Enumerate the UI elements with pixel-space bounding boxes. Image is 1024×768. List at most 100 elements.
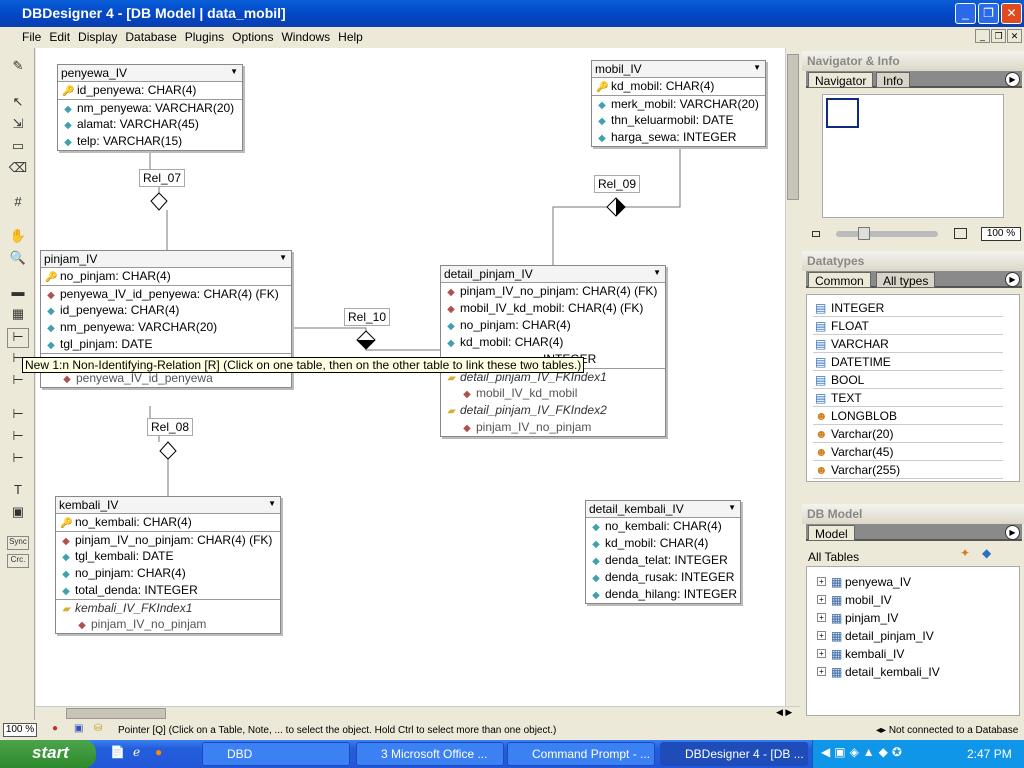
column-row[interactable]: ◆ total_denda: INTEGER — [56, 582, 280, 599]
column-row[interactable]: 🔑 no_kembali: CHAR(4) — [56, 514, 280, 531]
zoom-tool-icon[interactable]: 🔍 — [7, 250, 29, 270]
design-mode-icon[interactable]: ✎ — [7, 58, 29, 78]
column-row[interactable]: ◆ no_pinjam: CHAR(4) — [441, 317, 665, 334]
menu-options[interactable]: Options — [232, 30, 273, 44]
mdi-restore-button[interactable]: ❐ — [991, 29, 1006, 43]
column-row[interactable]: ◆ tgl_pinjam: DATE — [41, 336, 291, 353]
zoom-slider[interactable] — [836, 227, 938, 240]
panel-menu-icon[interactable]: ▶ — [1005, 72, 1020, 87]
expand-icon[interactable]: + — [817, 595, 826, 604]
menu-display[interactable]: Display — [78, 30, 117, 44]
column-row[interactable]: ◆ pinjam_IV_no_pinjam: CHAR(4) (FK) — [56, 531, 280, 548]
task-dbdesigner[interactable]: DBDesigner 4 - [DB ... — [660, 742, 808, 766]
note-tool-icon[interactable]: T — [7, 482, 29, 502]
quicklaunch-icon[interactable]: 📄 — [110, 745, 125, 759]
task-cmd[interactable]: Command Prompt - ... — [507, 742, 655, 766]
menu-windows[interactable]: Windows — [281, 30, 330, 44]
task-dbd[interactable]: DBD — [202, 742, 350, 766]
grid-tool-icon[interactable]: # — [7, 194, 29, 214]
panel-menu-icon[interactable]: ▶ — [1005, 272, 1020, 287]
maximize-button[interactable]: ❐ — [978, 3, 999, 24]
datatype-item[interactable]: Varchar(45) — [813, 443, 1003, 461]
datatype-item[interactable]: BOOL — [813, 371, 1003, 389]
table-detail_kembali_IV[interactable]: detail_kembali_IV ◆ no_kembali: CHAR(4) ◆ kd… — [585, 500, 741, 604]
column-row[interactable]: ◆ kd_mobil: CHAR(4) — [586, 535, 740, 552]
tree-item[interactable]: + ▦ detail_kembali_IV — [815, 663, 940, 681]
column-row[interactable]: 🔑 kd_mobil: CHAR(4) — [592, 78, 765, 95]
firefox-icon[interactable]: ● — [155, 745, 162, 759]
zoom-status[interactable]: 100 % — [3, 723, 37, 737]
relation-11-id-tool-icon[interactable]: ⊢ — [7, 450, 29, 470]
column-row[interactable]: ◆ denda_telat: INTEGER — [586, 552, 740, 569]
tree-item[interactable]: + ▦ kembali_IV — [815, 645, 904, 663]
tab-all-types[interactable]: All types — [876, 272, 936, 288]
relation-1n-tool-icon[interactable]: ⊢ — [7, 328, 29, 348]
relation-label[interactable]: Rel_09 — [594, 175, 641, 193]
tree-item[interactable]: + ▦ pinjam_IV — [815, 609, 898, 627]
relation-11-tool-icon[interactable]: ⊢ — [7, 372, 29, 392]
column-row[interactable]: ◆ thn_keluarmobil: DATE — [592, 112, 765, 129]
column-row[interactable]: ◆ penyewa_IV_id_penyewa: CHAR(4) (FK) — [41, 285, 291, 302]
column-row[interactable]: ◆ kd_mobil: CHAR(4) — [441, 334, 665, 351]
datatype-item[interactable]: Varchar(255) — [813, 461, 1003, 479]
vertical-scrollbar[interactable] — [785, 48, 800, 706]
column-row[interactable]: ◆ no_pinjam: CHAR(4) — [56, 565, 280, 582]
expand-icon[interactable]: + — [817, 577, 826, 586]
scroll-arrows[interactable]: ◀ ▶ — [776, 707, 798, 718]
task-office[interactable]: 3 Microsoft Office ... — [356, 742, 504, 766]
index-column-row[interactable]: ◆ pinjam_IV_no_pinjam — [56, 616, 280, 633]
add-table-icon[interactable]: ✦ — [960, 546, 970, 560]
column-row[interactable]: ◆ pinjam_IV_no_pinjam: CHAR(4) (FK) — [441, 283, 665, 300]
column-row[interactable]: ◆ harga_sewa: INTEGER — [592, 129, 765, 146]
menu-plugins[interactable]: Plugins — [185, 30, 224, 44]
column-row[interactable]: ◆ no_kembali: CHAR(4) — [586, 518, 740, 535]
column-row[interactable]: ◆ denda_rusak: INTEGER — [586, 569, 740, 586]
column-row[interactable]: ◆ nm_penyewa: VARCHAR(20) — [58, 99, 242, 116]
table-header[interactable]: kembali_IV — [56, 497, 280, 514]
viewport-rect[interactable] — [826, 98, 859, 128]
zoom-in-icon[interactable] — [954, 228, 967, 239]
save-icon[interactable]: ▣ — [74, 723, 83, 734]
diagram-canvas[interactable]: Rel_07 Rel_08 Rel_09 Rel_10 penyewa_IV🔑i… — [36, 48, 785, 706]
table-detail_pinjam_IV[interactable]: detail_pinjam_IV ◆ pinjam_IV_no_pinjam: CH… — [440, 265, 666, 437]
relation-nm-tool-icon[interactable]: ⊢ — [7, 406, 29, 426]
datatype-item[interactable]: LONGBLOB — [813, 407, 1003, 425]
tree-item[interactable]: + ▦ mobil_IV — [815, 591, 892, 609]
mdi-minimize-button[interactable]: _ — [975, 29, 990, 43]
datatype-item[interactable]: TEXT — [813, 389, 1003, 407]
snapshot-tool-icon[interactable]: ▭ — [7, 138, 29, 158]
zoom-field[interactable]: 100 % — [981, 227, 1021, 241]
table-header[interactable]: pinjam_IV — [41, 251, 291, 268]
start-button[interactable]: start — [0, 740, 96, 768]
column-row[interactable]: 🔑 no_pinjam: CHAR(4) — [41, 268, 291, 285]
slider-thumb[interactable] — [858, 227, 870, 240]
stop-icon[interactable]: ● — [52, 723, 58, 734]
tree-item[interactable]: + ▦ penyewa_IV — [815, 573, 911, 591]
relation-label[interactable]: Rel_08 — [147, 418, 194, 436]
column-row[interactable]: ◆ tgl_kembali: DATE — [56, 548, 280, 565]
database-icon[interactable]: ⛁ — [94, 723, 102, 734]
expand-icon[interactable]: + — [817, 649, 826, 658]
tab-navigator[interactable]: Navigator — [808, 72, 874, 88]
column-row[interactable]: ◆ alamat: VARCHAR(45) — [58, 116, 242, 133]
menu-database[interactable]: Database — [125, 30, 176, 44]
ie-icon[interactable]: ℯ — [133, 745, 140, 759]
tab-common[interactable]: Common — [808, 272, 871, 288]
horizontal-scrollbar[interactable]: ◀ ▶ — [36, 706, 800, 721]
menu-edit[interactable]: Edit — [49, 30, 70, 44]
relation-1n-id-tool-icon[interactable]: ⊢ — [7, 428, 29, 448]
column-row[interactable]: ◆ telp: VARCHAR(15) — [58, 133, 242, 150]
close-button[interactable]: ✕ — [1001, 3, 1022, 24]
column-row[interactable]: ◆ nm_penyewa: VARCHAR(20) — [41, 319, 291, 336]
datatype-item[interactable]: INTEGER — [813, 299, 1003, 317]
expand-icon[interactable]: + — [817, 613, 826, 622]
table-kembali_IV[interactable]: kembali_IV 🔑no_kembali: CHAR(4) ◆ pinjam_IV… — [55, 496, 281, 634]
index-column-row[interactable]: ◆ pinjam_IV_no_pinjam — [441, 419, 665, 436]
relation-label[interactable]: Rel_07 — [139, 169, 186, 187]
column-row[interactable]: ◆ mobil_IV_kd_mobil: CHAR(4) (FK) — [441, 300, 665, 317]
eraser-tool-icon[interactable]: ⌫ — [7, 160, 29, 180]
column-row[interactable]: ◆ merk_mobil: VARCHAR(20) — [592, 95, 765, 112]
column-row[interactable]: ◆ id_penyewa: CHAR(4) — [41, 302, 291, 319]
table-header[interactable]: mobil_IV — [592, 61, 765, 78]
menu-file[interactable]: File — [22, 30, 41, 44]
